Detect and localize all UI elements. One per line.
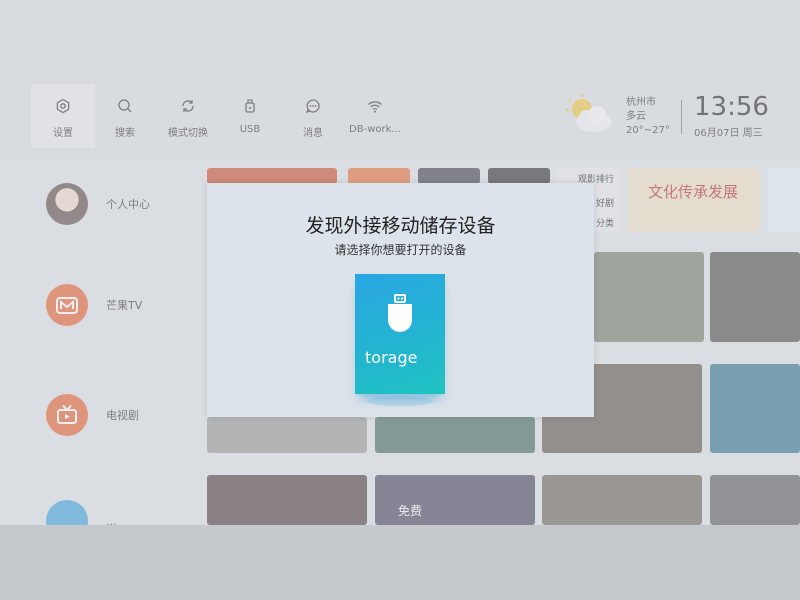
dialog-title: 发现外接移动储存设备 [305,215,496,237]
device-label: torage [365,348,418,367]
storage-device-card[interactable]: torage [355,274,445,394]
dialog-subtitle: 请选择你想要打开的设备 [334,243,467,257]
usb-storage-dialog: 发现外接移动储存设备 请选择你想要打开的设备 torage [207,183,594,417]
usb-drive-icon [385,294,415,332]
card-shadow [367,396,433,406]
